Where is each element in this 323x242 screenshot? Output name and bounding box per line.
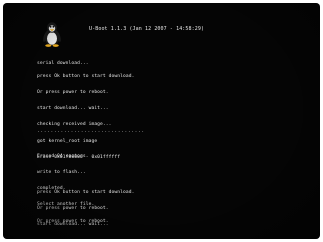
second-download-block: press Ok button to start download. Or pr…	[37, 179, 134, 238]
console-line: start download... wait...	[37, 106, 109, 112]
uboot-version-header: U-Boot 1.1.3 (Jan 12 2007 - 14:58:29)	[89, 26, 205, 32]
console-separator: ................................	[37, 129, 145, 134]
console-line: Erased 04 sectors	[37, 153, 86, 159]
console-line: checking received image...	[37, 122, 112, 128]
console-line: press Ok button to start download.	[37, 73, 135, 79]
console-line: start download... wait...	[37, 222, 109, 228]
console-line: Or press power to reboot.	[37, 90, 109, 96]
boot-screen: U-Boot 1.1.3 (Jan 12 2007 - 14:58:29) se…	[3, 3, 320, 239]
tux-penguin-icon	[43, 22, 61, 47]
console-line: write to flash...	[37, 170, 86, 176]
console-line: press Ok button to start download.	[37, 189, 135, 195]
console-line: Or press power to reboot.	[37, 206, 109, 212]
